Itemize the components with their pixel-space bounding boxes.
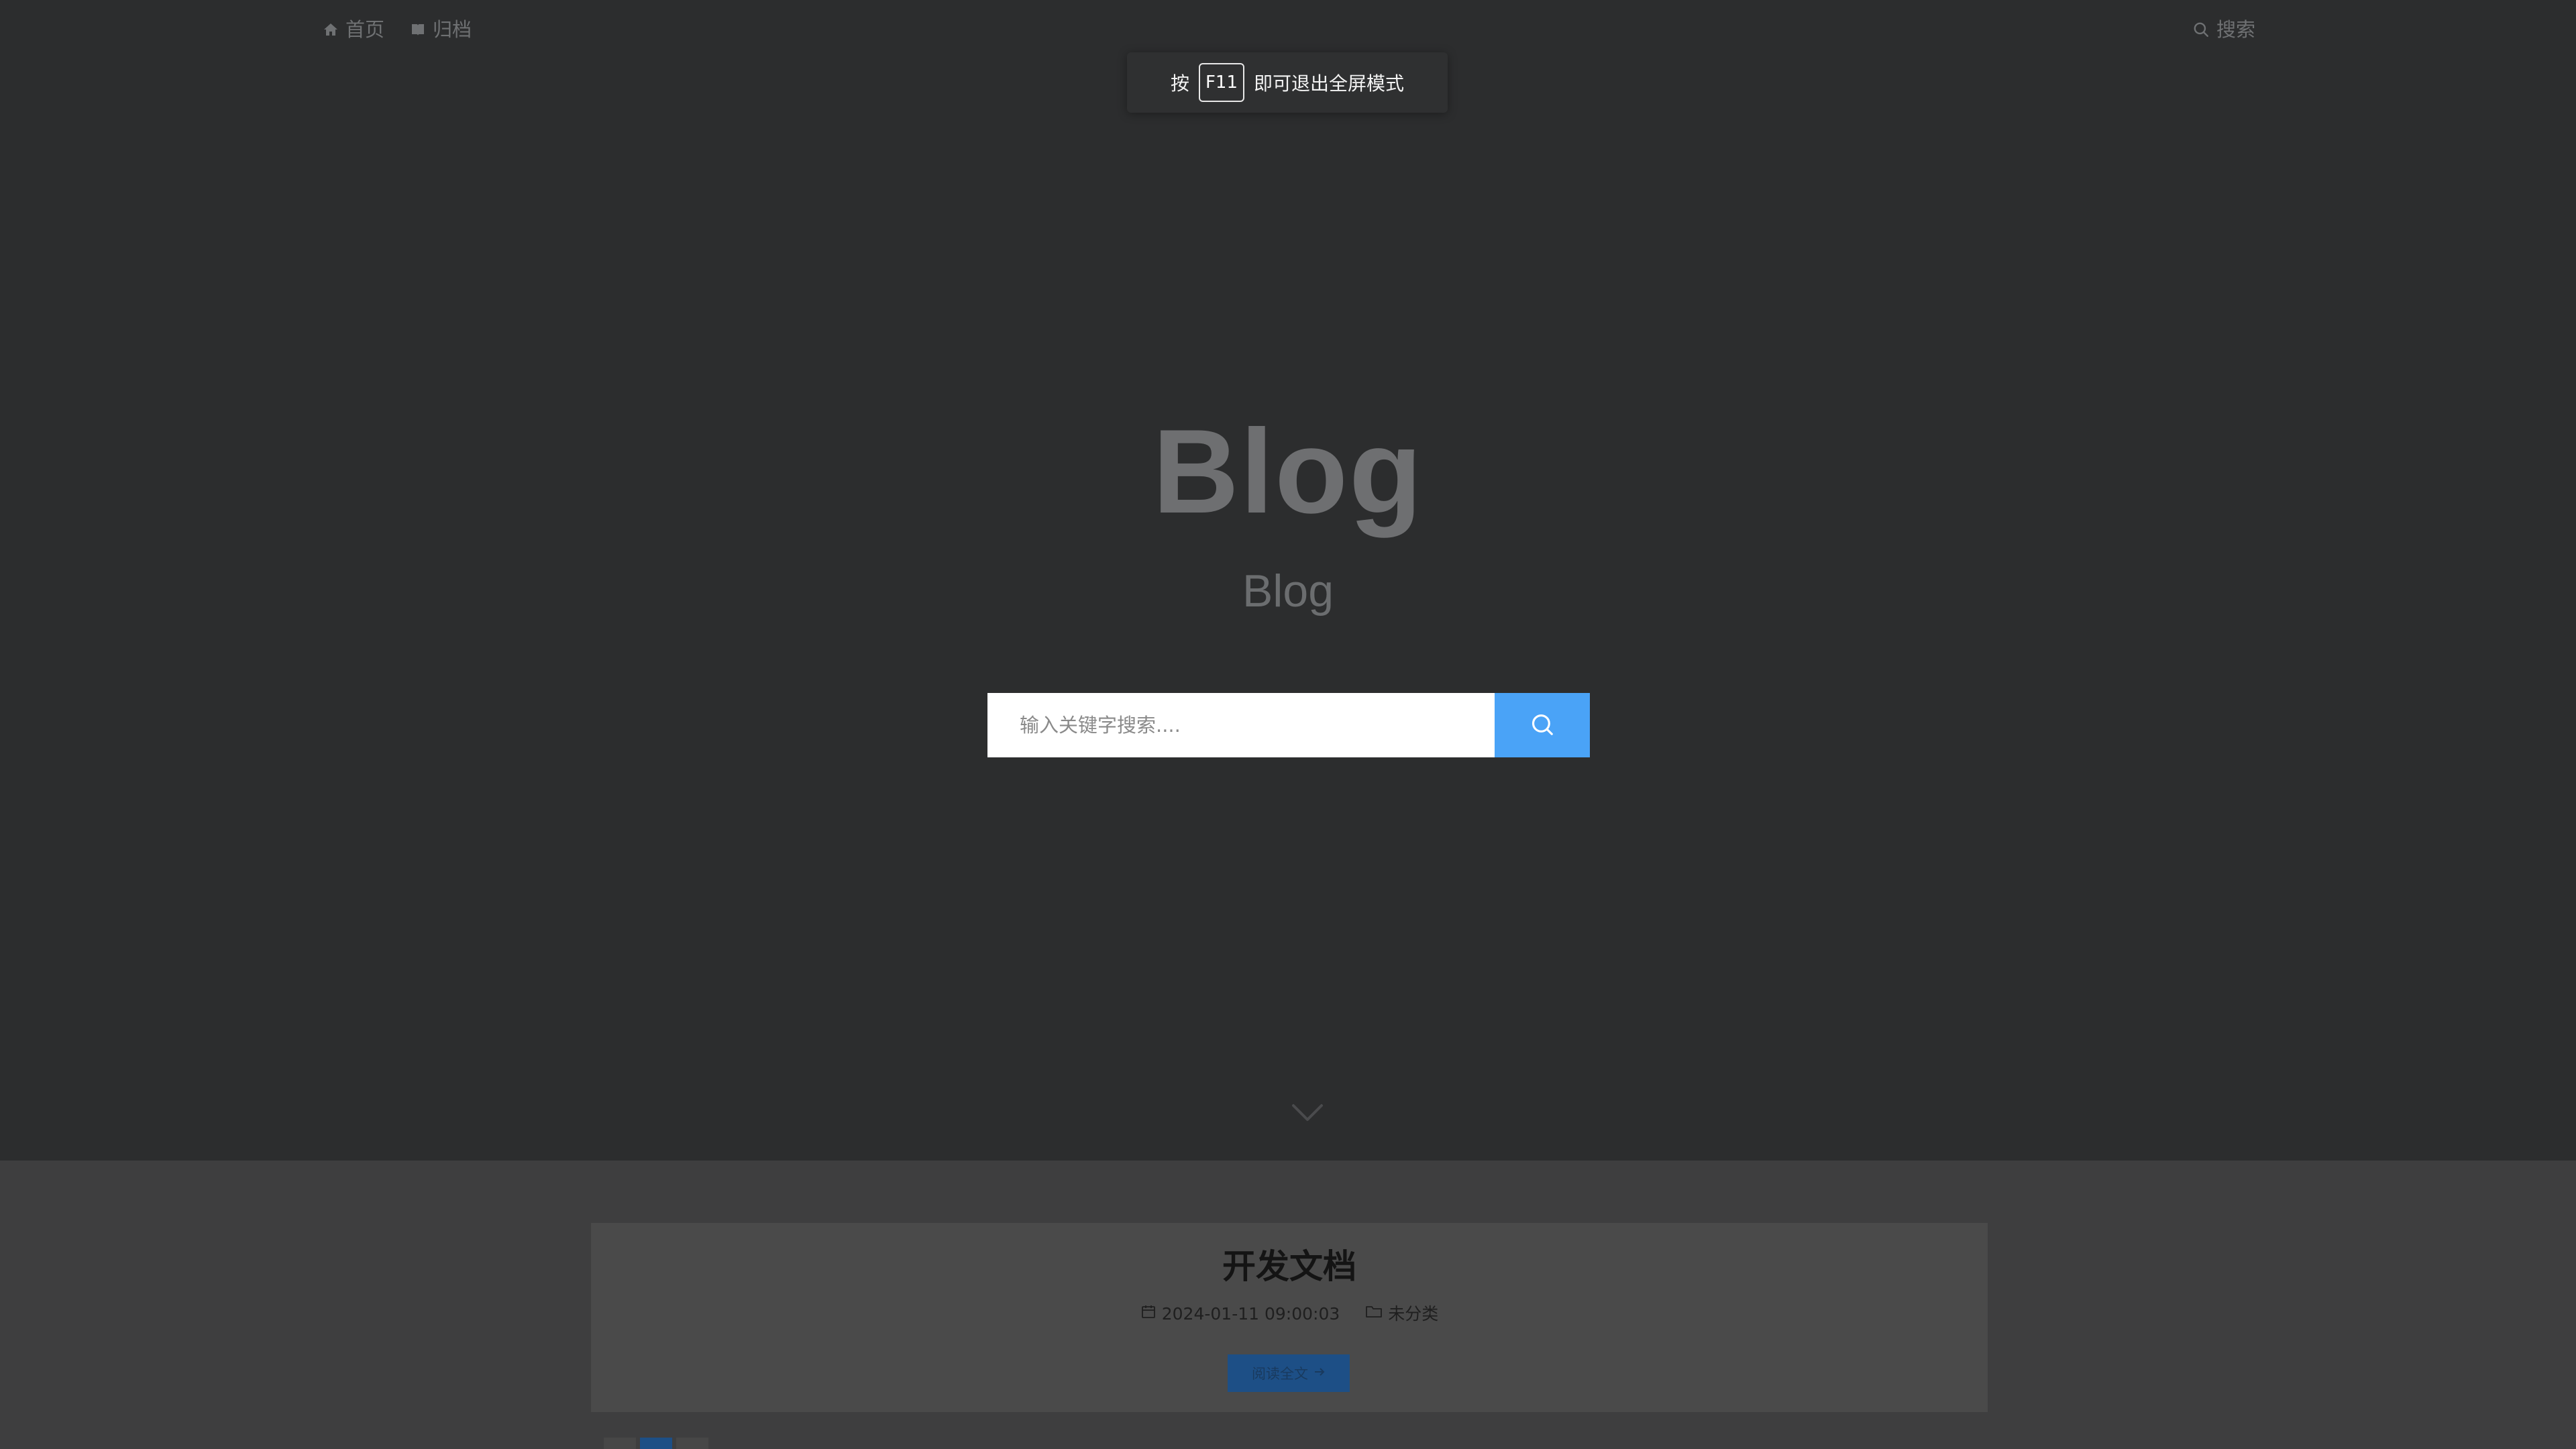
book-icon (410, 21, 426, 38)
nav-archive-link[interactable]: 归档 (410, 16, 472, 43)
nav-home-link[interactable]: 首页 (323, 16, 384, 43)
search-input[interactable] (987, 693, 1495, 757)
post-category-text: 未分类 (1388, 1304, 1439, 1324)
hero-search-box (987, 693, 1590, 757)
hero-section: 首页 归档 搜索 按 F11 即可退出全屏模式 Blog Blog 输入关键字搜… (0, 0, 2576, 1161)
post-date-text: 2024-01-11 09:00:03 (1161, 1304, 1340, 1324)
post-date: 2024-01-11 09:00:03 (1140, 1302, 1340, 1326)
pagination-prev[interactable] (604, 1438, 636, 1449)
fullscreen-exit-notice: 按 F11 即可退出全屏模式 (1127, 52, 1448, 113)
site-subtitle: Blog (1242, 566, 1334, 616)
read-more-button[interactable]: 阅读全文 (1228, 1354, 1350, 1392)
fullscreen-notice-prefix: 按 (1170, 72, 1189, 95)
calendar-icon (1140, 1302, 1157, 1326)
pagination-next[interactable] (676, 1438, 708, 1449)
search-icon (2192, 21, 2210, 38)
post-card: 开发文档 2024-01-11 09:00:03 未分类 阅读全文 (591, 1223, 1988, 1412)
top-navigation: 首页 归档 搜索 (0, 0, 2576, 60)
search-icon (1529, 712, 1555, 739)
fullscreen-notice-suffix: 即可退出全屏模式 (1254, 72, 1405, 95)
pagination-page-current[interactable]: 1 (640, 1438, 672, 1449)
nav-search-link[interactable]: 搜索 (2192, 16, 2255, 43)
post-list-section: 开发文档 2024-01-11 09:00:03 未分类 阅读全文 (0, 1161, 2576, 1449)
site-title: Blog (1152, 405, 1424, 538)
post-meta: 2024-01-11 09:00:03 未分类 (591, 1302, 1988, 1326)
post-title[interactable]: 开发文档 (591, 1243, 1988, 1290)
search-submit-button[interactable] (1495, 693, 1590, 757)
pagination: 1 (604, 1438, 708, 1449)
arrow-right-icon (1313, 1365, 1326, 1381)
folder-icon (1365, 1302, 1383, 1326)
f11-key-badge: F11 (1198, 63, 1245, 102)
post-category[interactable]: 未分类 (1365, 1302, 1438, 1326)
nav-search-label: 搜索 (2216, 18, 2256, 41)
read-more-label: 阅读全文 (1252, 1366, 1308, 1382)
home-icon (323, 21, 339, 38)
nav-archive-label: 归档 (433, 18, 472, 41)
nav-home-label: 首页 (345, 18, 385, 41)
scroll-down-chevron-icon[interactable] (1291, 1103, 1324, 1123)
